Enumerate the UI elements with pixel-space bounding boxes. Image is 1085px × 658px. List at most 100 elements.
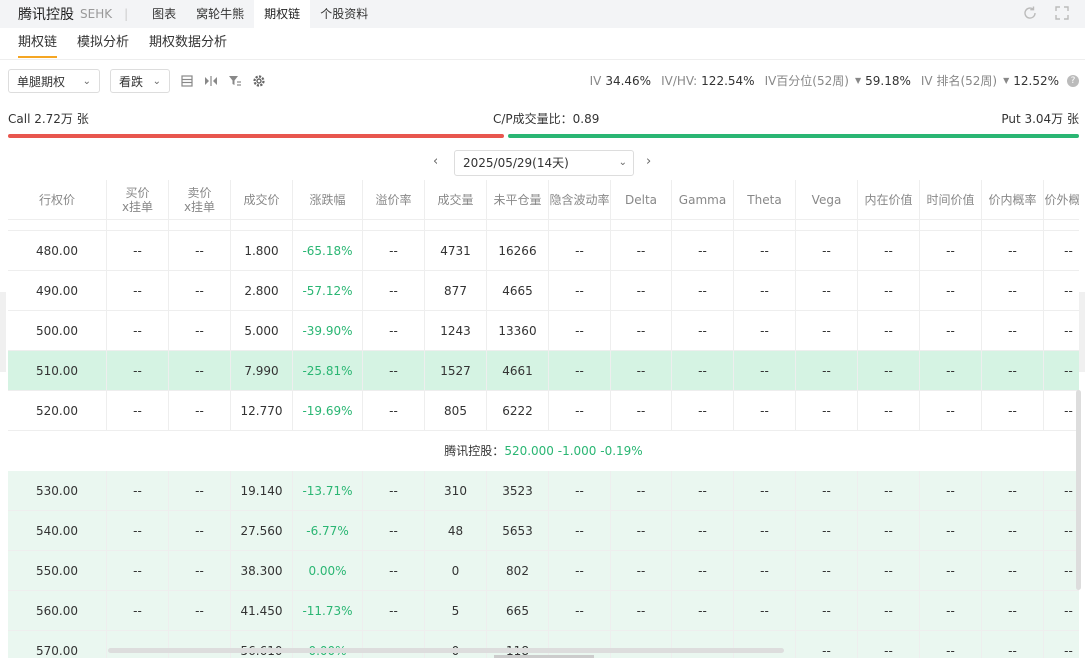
cell-oi: 665 <box>487 591 549 630</box>
chevron-down-icon: ⌄ <box>152 75 161 87</box>
call-volume: Call 2.72万 张 <box>8 112 89 126</box>
horizontal-scrollbar[interactable] <box>108 648 784 653</box>
right-panel-handle[interactable] <box>1079 292 1085 372</box>
cell-delta: -- <box>611 271 672 310</box>
iv-percentile-label[interactable]: IV百分位(52周) <box>765 72 849 89</box>
triangle-down-icon[interactable]: ▼ <box>1003 76 1009 85</box>
cell-ask: -- <box>169 471 231 510</box>
cell-delta: -- <box>611 591 672 630</box>
cell-pitm: -- <box>982 311 1044 350</box>
toolbar: 单腿期权 ⌄ 看跌 ⌄ IV 34.46% IV/HV: 122.54% IV百… <box>0 68 1085 94</box>
iv-rank-label[interactable]: IV 排名(52周) <box>921 72 997 89</box>
help-icon[interactable]: ? <box>1067 74 1079 87</box>
otm-prob-header[interactable]: 价外概率 <box>1044 180 1079 219</box>
compare-icon[interactable] <box>204 74 218 88</box>
cell-oi: 13360 <box>487 311 549 350</box>
table-cell <box>611 220 672 230</box>
table-cell <box>107 220 169 230</box>
cell-vega: -- <box>796 231 858 270</box>
vertical-scrollbar[interactable] <box>1076 390 1081 590</box>
table-row[interactable]: 570.00----56.6100.00%--0118-------------… <box>8 631 1079 658</box>
filter-icon[interactable] <box>228 74 242 88</box>
cell-vol: 310 <box>425 471 487 510</box>
fullscreen-icon[interactable] <box>1053 4 1071 22</box>
cell-last: 38.300 <box>231 551 293 590</box>
theta-header[interactable]: Theta <box>734 180 796 219</box>
tab-option-chain[interactable]: 期权链 <box>254 0 311 28</box>
cell-vega: -- <box>796 271 858 310</box>
sub-tabs: 期权链 模拟分析 期权数据分析 <box>0 28 1085 60</box>
time-value-header[interactable]: 时间价值 <box>920 180 982 219</box>
iv-header[interactable]: 隐含波动率 <box>549 180 611 219</box>
cell-prem: -- <box>363 351 425 390</box>
table-cell <box>487 220 549 230</box>
cell-intr: -- <box>858 311 920 350</box>
cell-intr: -- <box>858 511 920 550</box>
cell-prem: -- <box>363 271 425 310</box>
cell-bid: -- <box>107 311 169 350</box>
bid-header[interactable]: 买价 x挂单 <box>107 180 169 219</box>
tab-chart[interactable]: 图表 <box>142 0 186 28</box>
exchange-label: SEHK <box>80 7 113 21</box>
underlying-name: 腾讯控股： <box>444 444 505 458</box>
volume-header[interactable]: 成交量 <box>425 180 487 219</box>
change-header[interactable]: 涨跌幅 <box>293 180 363 219</box>
table-row[interactable]: 510.00 -- -- 7.990 -25.81% -- 1527 4661 -- -- -- --… <box>8 351 1079 391</box>
vega-header[interactable]: Vega <box>796 180 858 219</box>
tab-warrants[interactable]: 窝轮牛熊 <box>186 0 254 28</box>
next-expiry-button[interactable]: › <box>646 154 651 169</box>
subtab-option-analysis[interactable]: 期权数据分析 <box>149 28 227 59</box>
cell-ask: -- <box>169 351 231 390</box>
table-row[interactable]: 550.00 -- -- 38.300 0.00% -- 0 802 -- -- -- -- -- -- -… <box>8 551 1079 591</box>
expiry-date-select[interactable]: 2025/05/29(14天) ⌄ <box>454 150 634 176</box>
table-row[interactable]: 540.00 -- -- 27.560 -6.77% -- 48 5653 -- -- -- -- --… <box>8 511 1079 551</box>
cell-gamma: -- <box>672 311 734 350</box>
cell-iv: -- <box>549 311 611 350</box>
cell-last: 12.770 <box>231 391 293 430</box>
table-row[interactable]: 490.00 -- -- 2.800 -57.12% -- 877 4665 -- -- -- -- -… <box>8 271 1079 311</box>
table-row[interactable]: 500.00 -- -- 5.000 -39.90% -- 1243 13360 -- -- -- -… <box>8 311 1079 351</box>
table-row[interactable]: 480.00 -- -- 1.800 -65.18% -- 4731 16266 -- -- -- -… <box>8 231 1079 271</box>
direction-select-value: 看跌 <box>119 74 144 89</box>
premium-header[interactable]: 溢价率 <box>363 180 425 219</box>
open-interest-header[interactable]: 未平仓量 <box>487 180 549 219</box>
table-cell <box>8 220 107 230</box>
cell-tv: -- <box>920 631 982 658</box>
cell-oi: 4661 <box>487 351 549 390</box>
cell-vega: -- <box>796 351 858 390</box>
delta-header[interactable]: Delta <box>611 180 672 219</box>
cell-last: 7.990 <box>231 351 293 390</box>
table-cell <box>231 220 293 230</box>
refresh-icon[interactable] <box>1021 4 1039 22</box>
table-row[interactable]: 520.00 -- -- 12.770 -19.69% -- 805 6222 -- -- -- --… <box>8 391 1079 431</box>
subtab-simulation[interactable]: 模拟分析 <box>77 28 129 59</box>
triangle-down-icon[interactable]: ▼ <box>855 76 861 85</box>
last-header[interactable]: 成交价 <box>231 180 293 219</box>
table-cell <box>982 220 1044 230</box>
left-panel-handle[interactable] <box>0 292 6 372</box>
ivhv-label: IV/HV: <box>661 73 698 88</box>
intrinsic-header[interactable]: 内在价值 <box>858 180 920 219</box>
cell-chg: -13.71% <box>293 471 363 510</box>
itm-prob-header[interactable]: 价内概率 <box>982 180 1044 219</box>
gamma-header[interactable]: Gamma <box>672 180 734 219</box>
ask-header[interactable]: 卖价 x挂单 <box>169 180 231 219</box>
cell-delta: -- <box>611 551 672 590</box>
cell-oi: 6222 <box>487 391 549 430</box>
strategy-select[interactable]: 单腿期权 ⌄ <box>8 69 100 93</box>
tab-profile[interactable]: 个股资料 <box>310 0 378 28</box>
cell-intr: -- <box>858 591 920 630</box>
cell-tv: -- <box>920 511 982 550</box>
subtab-option-chain[interactable]: 期权链 <box>18 28 58 59</box>
direction-select[interactable]: 看跌 ⌄ <box>110 69 170 93</box>
strike-header[interactable]: 行权价 <box>8 180 107 219</box>
cell-prem: -- <box>363 231 425 270</box>
gear-icon[interactable] <box>252 74 266 88</box>
list-icon[interactable] <box>180 74 194 88</box>
cell-gamma: -- <box>672 391 734 430</box>
stock-title: 腾讯控股 <box>18 7 74 23</box>
table-row[interactable]: 530.00 -- -- 19.140 -13.71% -- 310 3523 -- -- -- --… <box>8 471 1079 511</box>
table-row[interactable]: 560.00 -- -- 41.450 -11.73% -- 5 665 -- -- -- -- -- -… <box>8 591 1079 631</box>
prev-expiry-button[interactable]: ‹ <box>433 154 438 169</box>
cell-intr: -- <box>858 551 920 590</box>
